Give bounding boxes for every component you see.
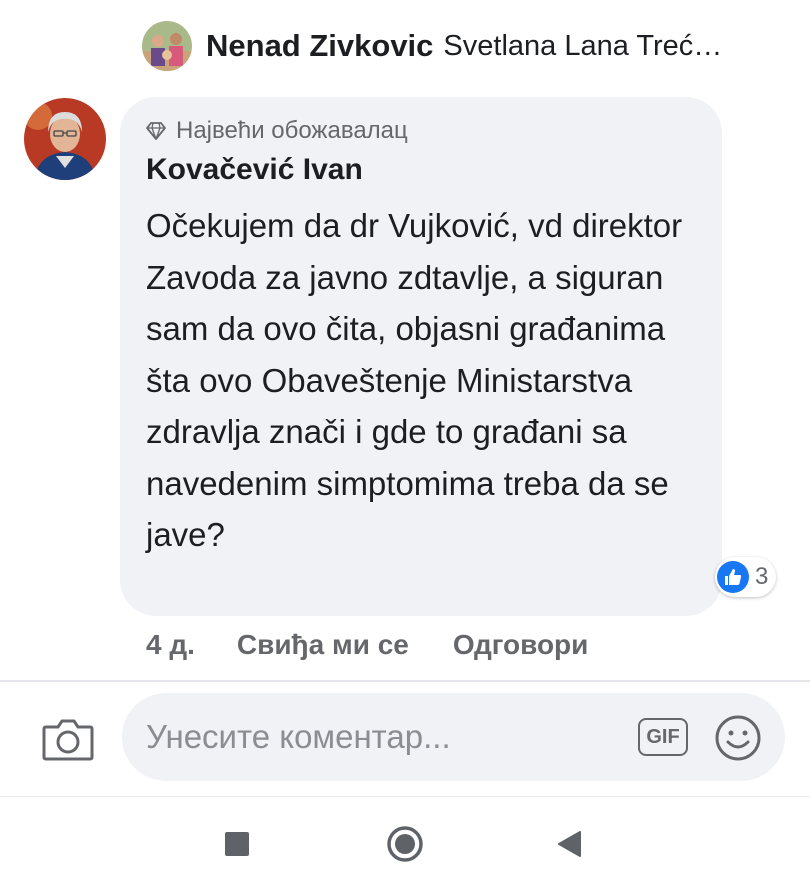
gif-button[interactable]: GIF: [638, 718, 688, 756]
reply-button[interactable]: Одговори: [453, 629, 589, 661]
like-button[interactable]: Свиђа ми се: [237, 629, 409, 661]
comment-input[interactable]: [146, 693, 616, 781]
comment-bubble[interactable]: Највећи обожавалац Kovačević Ivan Očekuj…: [120, 97, 722, 616]
diamond-icon: [146, 122, 166, 140]
comment-actions: 4 д. Свиђа ми се Одговори: [146, 622, 588, 668]
top-fan-badge: Највећи обожавалац: [146, 117, 408, 145]
reactor-others[interactable]: Svetlana Lana Treć…: [443, 30, 722, 63]
comment-time[interactable]: 4 д.: [146, 629, 195, 661]
reaction-summary[interactable]: 3: [715, 557, 777, 597]
like-icon: [717, 561, 749, 593]
circle-icon[interactable]: [380, 819, 430, 869]
reaction-count: 3: [755, 563, 769, 590]
square-icon[interactable]: [212, 819, 262, 869]
comment-composer[interactable]: GIF: [122, 693, 785, 781]
back-triangle-icon[interactable]: [544, 819, 594, 869]
reacted-row[interactable]: Nenad Zivkovic Svetlana Lana Treć…: [142, 18, 722, 74]
user-avatar[interactable]: [24, 98, 106, 180]
divider: [0, 680, 810, 682]
comment-author[interactable]: Kovačević Ivan: [146, 153, 363, 187]
group-photo-avatar: [142, 21, 192, 71]
camera-icon[interactable]: [40, 714, 96, 764]
badge-label: Највећи обожавалац: [176, 117, 408, 144]
reactor-name[interactable]: Nenad Zivkovic: [206, 28, 433, 64]
smiley-icon[interactable]: [714, 714, 762, 762]
comment-text: Očekujem da dr Vujković, vd direktor Zav…: [146, 207, 683, 553]
system-navbar: [0, 797, 810, 891]
